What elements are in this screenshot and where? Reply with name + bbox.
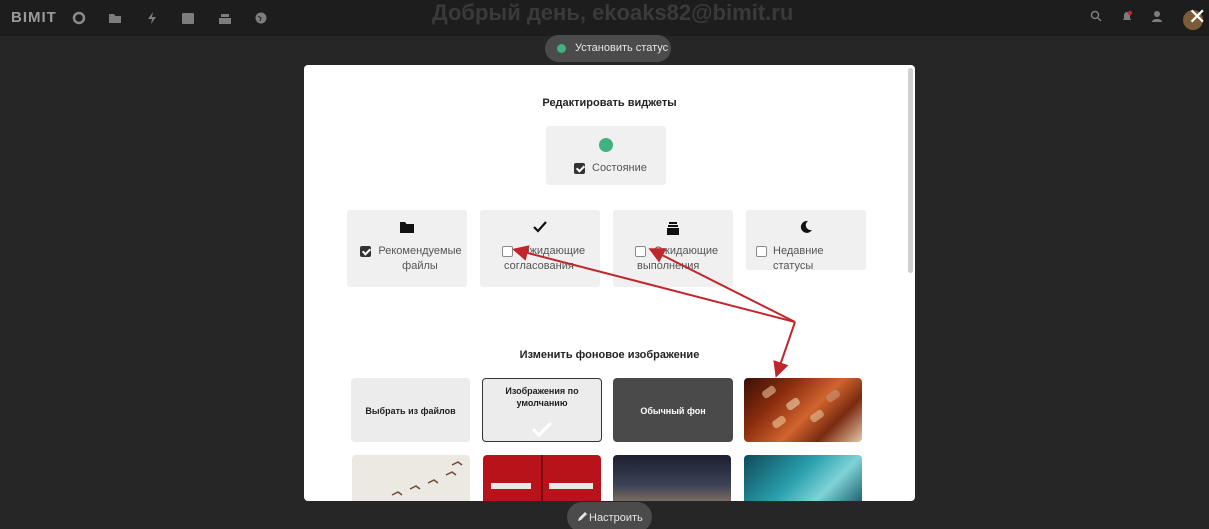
- set-status-button[interactable]: Установить статус: [545, 35, 671, 62]
- widget-label: Ожидающие выполнения: [637, 244, 719, 274]
- archive-icon[interactable]: [218, 11, 232, 25]
- bolt-icon[interactable]: [145, 11, 159, 25]
- edit-widgets-modal: Редактировать виджеты Состояние Рекоменд…: [304, 65, 915, 501]
- configure-button[interactable]: Настроить: [567, 502, 652, 529]
- plain-background-label: Обычный фон: [640, 406, 706, 416]
- user-add-icon[interactable]: [1151, 10, 1165, 26]
- inbox-icon: [613, 220, 733, 240]
- red-doors-pattern-icon: [491, 455, 593, 501]
- circle-icon[interactable]: [72, 11, 86, 25]
- widget-recent-statuses[interactable]: Недавние статусы: [746, 210, 866, 272]
- background-image-red-doors[interactable]: [483, 455, 601, 501]
- background-section-title: Изменить фоновое изображение: [519, 349, 700, 361]
- widget-label-line2: файлы: [402, 260, 438, 272]
- selected-check-icon: [531, 421, 553, 441]
- folder-icon: [347, 220, 467, 238]
- moon-icon: [746, 220, 866, 238]
- background-image-birds[interactable]: [352, 455, 470, 501]
- folder-icon[interactable]: [108, 11, 122, 25]
- widget-label: Рекомендуемые файлы: [377, 244, 463, 274]
- status-dot-icon: [599, 138, 613, 152]
- widget-label: Ожидающие согласования: [504, 244, 586, 274]
- widget-label-line1: Ожидающие: [654, 245, 719, 257]
- background-image-feathers[interactable]: [744, 378, 862, 442]
- default-images-label: Изображения по умолчанию: [505, 386, 579, 408]
- status-dot-icon: [557, 44, 566, 53]
- choose-from-files-button[interactable]: Выбрать из файлов: [351, 378, 470, 442]
- widget-recommended-files[interactable]: Рекомендуемые файлы: [347, 210, 467, 287]
- widget-pending-tasks[interactable]: Ожидающие выполнения: [613, 210, 733, 287]
- widget-label: Недавние статусы: [773, 245, 824, 272]
- top-bar: BIMIT Добрый день, ekoaks82@bimit.ru ✕: [0, 0, 1209, 36]
- background-image-night-sky[interactable]: [613, 455, 731, 501]
- widget-checkbox[interactable]: [756, 246, 767, 257]
- modal-title: Редактировать виджеты: [542, 97, 677, 109]
- status-widget-card[interactable]: Состояние: [546, 126, 666, 185]
- check-icon: [480, 220, 600, 238]
- globe-icon[interactable]: [254, 11, 268, 25]
- calendar-icon[interactable]: [181, 11, 195, 25]
- widget-label-line1: Рекомендуемые: [378, 245, 462, 257]
- close-icon[interactable]: ✕: [1188, 5, 1206, 29]
- birds-pattern-icon: [391, 461, 463, 496]
- widget-checkbox[interactable]: [360, 246, 371, 257]
- default-images-button[interactable]: Изображения по умолчанию: [482, 378, 602, 442]
- feathers-pattern-icon: [762, 385, 840, 429]
- widget-label-line1: Ожидающие: [521, 245, 586, 257]
- configure-label: Настроить: [589, 512, 643, 524]
- widget-pending-approvals[interactable]: Ожидающие согласования: [480, 210, 600, 287]
- bell-icon[interactable]: [1121, 10, 1133, 26]
- status-widget-label: Состояние: [592, 162, 647, 174]
- set-status-label: Установить статус: [575, 42, 669, 54]
- background-image-turquoise[interactable]: [744, 455, 862, 501]
- search-icon[interactable]: [1090, 10, 1102, 25]
- greeting-text: Добрый день, ekoaks82@bimit.ru: [432, 0, 794, 25]
- plain-background-button[interactable]: Обычный фон: [613, 378, 733, 442]
- widget-label-line2: выполнения: [637, 260, 700, 272]
- status-widget-checkbox[interactable]: [574, 163, 585, 174]
- choose-from-files-label: Выбрать из файлов: [365, 406, 456, 416]
- app-logo[interactable]: BIMIT: [11, 9, 57, 26]
- widget-label-line2: согласования: [504, 260, 574, 272]
- pencil-icon: [577, 510, 587, 525]
